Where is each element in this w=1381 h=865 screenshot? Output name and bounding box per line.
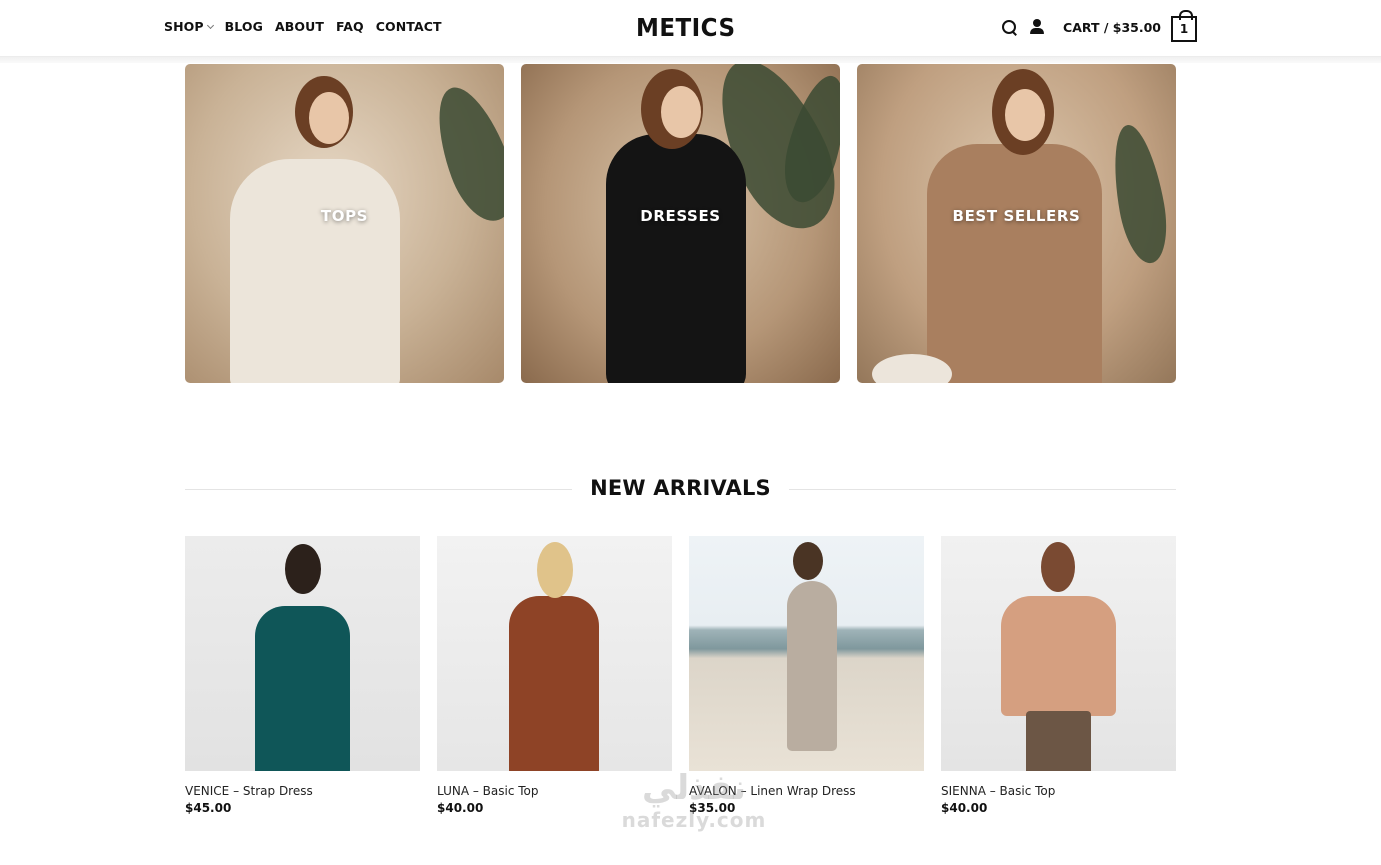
nav-faq[interactable]: FAQ (336, 19, 364, 34)
new-arrivals-title: NEW ARRIVALS (590, 476, 771, 500)
site-header: SHOP BLOG ABOUT FAQ CONTACT METICS CART … (0, 0, 1381, 57)
nav-blog[interactable]: BLOG (225, 19, 263, 34)
main-nav: SHOP BLOG ABOUT FAQ CONTACT (164, 19, 442, 34)
model-image (927, 144, 1102, 383)
watermark-latin: nafezly.com (621, 808, 767, 832)
product-model-head-image (285, 544, 321, 594)
header-shadow (0, 57, 1381, 63)
product-model-image (787, 581, 837, 751)
product-card[interactable]: SIENNA – Basic Top $40.00 (941, 536, 1176, 815)
product-model-head-image (793, 542, 823, 580)
product-model-image (1001, 596, 1116, 716)
category-tile-dresses[interactable]: DRESSES (521, 64, 840, 383)
cart-link[interactable]: CART / $35.00 (1063, 20, 1161, 35)
product-model-head-image (537, 542, 573, 598)
product-model-pants-image (1026, 711, 1091, 771)
chevron-down-icon (206, 21, 214, 29)
watermark-arabic: نفذلي (641, 768, 747, 808)
product-model-image (509, 596, 599, 771)
product-name[interactable]: SIENNA – Basic Top (941, 784, 1176, 798)
model-face-image (661, 86, 701, 138)
product-image[interactable] (689, 536, 924, 771)
product-model-image (255, 606, 350, 771)
category-label: BEST SELLERS (952, 207, 1081, 225)
product-price: $45.00 (185, 801, 232, 815)
category-tile-tops[interactable]: TOPS (185, 64, 504, 383)
category-tile-best-sellers[interactable]: BEST SELLERS (857, 64, 1176, 383)
category-label: TOPS (320, 207, 369, 225)
search-icon[interactable] (1001, 19, 1017, 35)
cart-count-badge[interactable]: 1 (1171, 10, 1197, 42)
product-image[interactable] (437, 536, 672, 771)
site-logo[interactable]: METICS (636, 13, 735, 42)
model-face-image (309, 92, 349, 144)
product-price: $40.00 (941, 801, 988, 815)
plant-leaf-image (1105, 121, 1174, 267)
product-image[interactable] (941, 536, 1176, 771)
model-image (230, 159, 400, 383)
product-card[interactable]: VENICE – Strap Dress $45.00 (185, 536, 420, 815)
nav-about[interactable]: ABOUT (275, 19, 324, 34)
header-actions: CART / $35.00 1 (1001, 10, 1197, 42)
nav-shop-label: SHOP (164, 19, 204, 34)
model-image (606, 134, 746, 383)
nav-contact[interactable]: CONTACT (376, 19, 442, 34)
product-image[interactable] (185, 536, 420, 771)
product-model-head-image (1041, 542, 1075, 592)
model-face-image (1005, 89, 1045, 141)
product-name[interactable]: VENICE – Strap Dress (185, 784, 420, 798)
user-icon[interactable] (1029, 19, 1045, 35)
watermark: نفذلي nafezly.com (609, 768, 779, 832)
category-label: DRESSES (640, 207, 721, 225)
nav-shop[interactable]: SHOP (164, 19, 214, 34)
